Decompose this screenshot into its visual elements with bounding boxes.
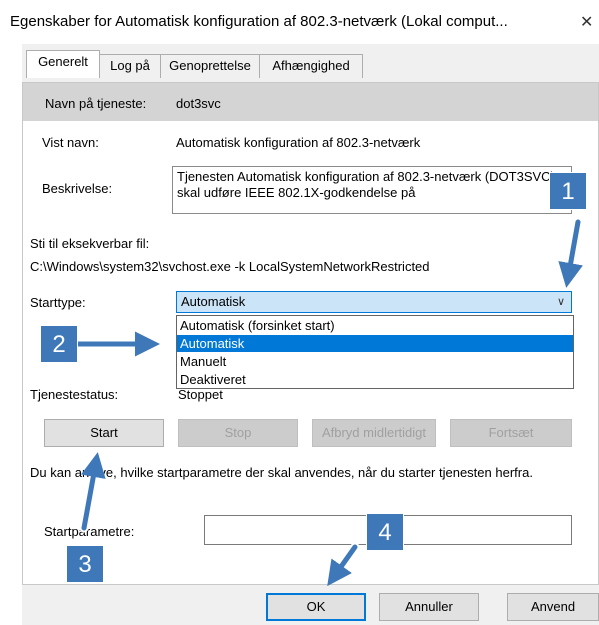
startup-type-combobox[interactable]: Automatisk ∨ [176, 291, 572, 313]
service-name-value: dot3svc [176, 96, 221, 111]
tab-genoprettelse[interactable]: Genoprettelse [160, 54, 260, 78]
path-label: Sti til eksekverbar fil: [30, 236, 150, 251]
service-status-label: Tjenestestatus: [30, 387, 119, 402]
description-label: Beskrivelse: [42, 181, 113, 196]
tab-generelt[interactable]: Generelt [26, 50, 100, 78]
pause-button[interactable]: Afbryd midlertidigt [312, 419, 436, 447]
cancel-button[interactable]: Annuller [379, 593, 479, 621]
apply-button[interactable]: Anvend [507, 593, 599, 621]
window-title: Egenskaber for Automatisk konfiguration … [10, 13, 508, 30]
option-automatisk-forsinket[interactable]: Automatisk (forsinket start) [177, 317, 573, 334]
option-automatisk[interactable]: Automatisk [177, 335, 573, 352]
start-button[interactable]: Start [44, 419, 164, 447]
dialog-footer: OK Annuller Anvend [22, 585, 599, 625]
tab-afhaengighed[interactable]: Afhængighed [259, 54, 363, 78]
chevron-down-icon[interactable]: ∨ [557, 292, 565, 312]
service-status-value: Stoppet [178, 387, 223, 402]
annotation-badge-2: 2 [40, 325, 78, 363]
display-name-value: Automatisk konfiguration af 802.3-netvær… [176, 135, 421, 150]
annotation-badge-4: 4 [366, 513, 404, 551]
description-box[interactable]: Tjenesten Automatisk konfiguration af 80… [172, 166, 572, 214]
close-icon[interactable]: ✕ [580, 12, 593, 32]
ok-button[interactable]: OK [266, 593, 366, 621]
annotation-badge-1: 1 [549, 172, 587, 210]
service-name-label: Navn på tjeneste: [45, 96, 147, 111]
option-deaktiveret[interactable]: Deaktiveret [177, 371, 573, 388]
service-name-row: Navn på tjeneste: dot3svc [23, 83, 598, 121]
startup-type-label: Starttype: [30, 295, 86, 310]
title-bar: Egenskaber for Automatisk konfiguration … [0, 0, 599, 44]
tab-strip: Generelt Log på Genoprettelse Afhængighe… [22, 44, 599, 82]
path-value: C:\Windows\system32\svchost.exe -k Local… [30, 259, 430, 274]
resume-button[interactable]: Fortsæt [450, 419, 572, 447]
annotation-badge-3: 3 [66, 545, 104, 583]
start-params-label: Startparametre: [44, 524, 135, 539]
stop-button[interactable]: Stop [178, 419, 298, 447]
display-name-label: Vist navn: [42, 135, 99, 150]
startup-type-value: Automatisk [181, 294, 246, 309]
startup-type-dropdown: Automatisk (forsinket start) Automatisk … [176, 315, 574, 389]
option-manuelt[interactable]: Manuelt [177, 353, 573, 370]
start-params-hint: Du kan angive, hvilke startparametre der… [30, 465, 533, 480]
tab-log-pa[interactable]: Log på [99, 54, 161, 78]
